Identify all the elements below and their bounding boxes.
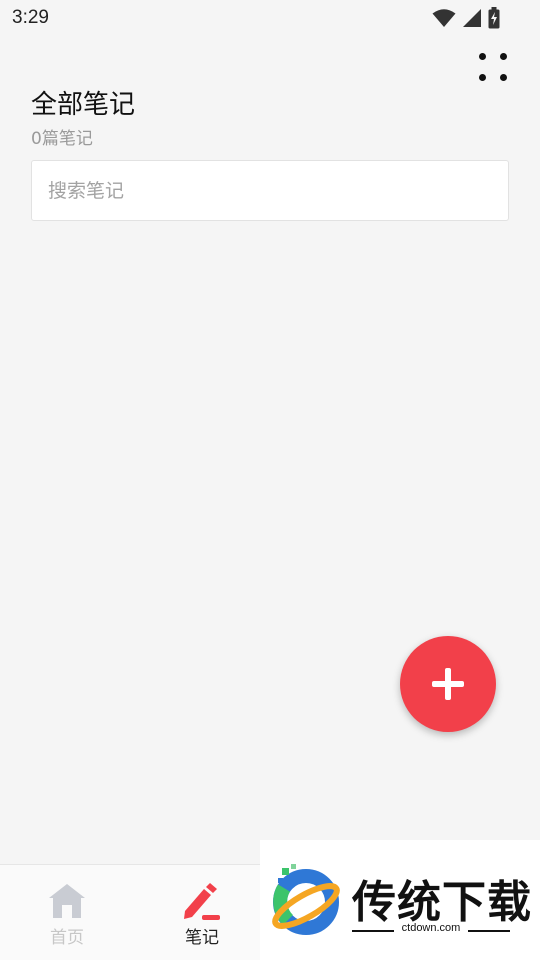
search-box[interactable] (31, 160, 509, 221)
home-icon (49, 884, 85, 918)
brand-logo-icon (272, 864, 340, 935)
pencil-icon (184, 883, 220, 920)
nav-label-notes: 笔记 (185, 928, 219, 948)
watermark-domain: ctdown.com (401, 922, 461, 934)
search-input[interactable] (32, 161, 508, 220)
status-time: 3:29 (12, 7, 49, 28)
watermark: 传统下载 ctdown.com (260, 840, 540, 960)
watermark-brand: 传统下载 (352, 877, 532, 928)
wifi-icon (432, 9, 456, 27)
battery-charging-icon (488, 7, 500, 29)
add-note-button[interactable] (400, 636, 496, 732)
cell-signal-icon (463, 9, 481, 27)
watermark-line-right (468, 930, 510, 932)
status-icons (432, 7, 500, 29)
nav-item-notes[interactable]: 笔记 (137, 865, 267, 960)
nav-label-home: 首页 (50, 928, 84, 948)
nav-item-home[interactable]: 首页 (2, 865, 132, 960)
watermark-line-left (352, 930, 394, 932)
page-title: 全部笔记 (31, 90, 136, 120)
status-bar: 3:29 (0, 0, 540, 38)
more-options-button[interactable] (470, 44, 516, 90)
note-count: 0篇笔记 (31, 129, 93, 149)
